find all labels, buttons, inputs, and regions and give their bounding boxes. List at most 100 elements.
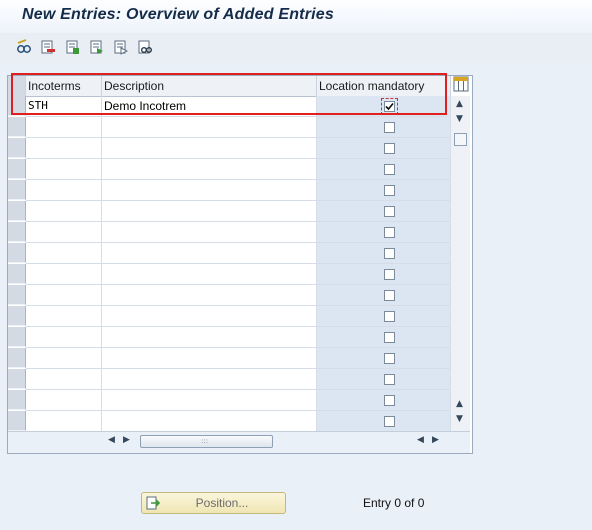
row-selector[interactable] — [8, 222, 26, 242]
location-mandatory-cell — [317, 159, 451, 180]
location-mandatory-cell — [317, 285, 451, 306]
select-block-icon[interactable] — [89, 39, 105, 55]
scroll-page-up-icon[interactable]: ▲ — [456, 399, 463, 409]
table-row — [8, 243, 451, 264]
location-mandatory-cell — [317, 369, 451, 390]
column-header-location-mandatory[interactable]: Location mandatory — [317, 76, 451, 96]
incoterms-cell[interactable] — [26, 369, 102, 390]
location-mandatory-checkbox[interactable] — [381, 98, 398, 115]
scroll-far-left-icon[interactable]: ◀ — [417, 435, 424, 445]
table-row — [8, 411, 451, 432]
horizontal-scrollbar[interactable]: ◀ ▶ ::: ◀ ▶ — [8, 431, 470, 453]
incoterms-cell[interactable] — [26, 117, 102, 138]
incoterms-cell[interactable] — [26, 138, 102, 159]
description-cell[interactable] — [102, 264, 317, 285]
row-selector[interactable] — [8, 306, 26, 326]
location-mandatory-cell — [317, 201, 451, 222]
row-selector[interactable] — [8, 159, 26, 179]
scroll-left-icon[interactable]: ◀ — [108, 435, 115, 445]
incoterms-cell[interactable] — [26, 390, 102, 411]
vertical-scroll-thumb[interactable] — [454, 133, 467, 146]
scroll-page-down-icon[interactable]: ▼ — [456, 414, 463, 424]
table-header: Incoterms Description Location mandatory — [8, 76, 451, 97]
vertical-scrollbar[interactable]: ▲ ▼ ▲ ▼ — [451, 76, 470, 431]
location-mandatory-checkbox[interactable] — [384, 164, 395, 175]
description-cell[interactable]: Demo Incotrem — [102, 96, 317, 117]
location-mandatory-checkbox[interactable] — [384, 395, 395, 406]
location-mandatory-checkbox[interactable] — [384, 122, 395, 133]
table-settings-icon[interactable] — [453, 76, 469, 92]
incoterms-cell[interactable] — [26, 180, 102, 201]
row-selector[interactable] — [8, 201, 26, 221]
description-cell[interactable] — [102, 138, 317, 159]
row-selector[interactable] — [8, 138, 26, 158]
incoterms-cell[interactable] — [26, 306, 102, 327]
description-cell[interactable] — [102, 243, 317, 264]
location-mandatory-checkbox[interactable] — [384, 143, 395, 154]
location-mandatory-cell — [317, 348, 451, 369]
description-cell[interactable] — [102, 306, 317, 327]
location-mandatory-checkbox[interactable] — [384, 311, 395, 322]
column-header-incoterms[interactable]: Incoterms — [26, 76, 102, 96]
description-cell[interactable] — [102, 180, 317, 201]
row-selector[interactable] — [8, 180, 26, 200]
select-all-icon[interactable] — [65, 39, 81, 55]
description-cell[interactable] — [102, 159, 317, 180]
row-selector[interactable] — [8, 411, 26, 431]
row-selector[interactable] — [8, 117, 26, 137]
description-cell[interactable] — [102, 117, 317, 138]
location-mandatory-checkbox[interactable] — [384, 269, 395, 280]
location-mandatory-checkbox[interactable] — [384, 353, 395, 364]
location-mandatory-checkbox[interactable] — [384, 248, 395, 259]
location-mandatory-checkbox[interactable] — [384, 416, 395, 427]
incoterms-cell[interactable] — [26, 222, 102, 243]
incoterms-cell[interactable] — [26, 264, 102, 285]
location-mandatory-checkbox[interactable] — [384, 206, 395, 217]
row-selector[interactable] — [8, 369, 26, 389]
description-cell[interactable] — [102, 201, 317, 222]
row-selector[interactable] — [8, 390, 26, 410]
incoterms-cell[interactable] — [26, 327, 102, 348]
table-row — [8, 306, 451, 327]
scroll-down-icon[interactable]: ▼ — [456, 114, 463, 124]
row-selector[interactable] — [8, 243, 26, 263]
row-selector[interactable] — [8, 327, 26, 347]
table-row — [8, 327, 451, 348]
scroll-right-icon[interactable]: ▶ — [123, 435, 130, 445]
scroll-far-right-icon[interactable]: ▶ — [432, 435, 439, 445]
select-all-rows-button[interactable] — [8, 76, 26, 96]
incoterms-cell[interactable] — [26, 159, 102, 180]
delete-icon[interactable] — [40, 39, 56, 55]
column-header-description[interactable]: Description — [102, 76, 317, 96]
location-mandatory-checkbox[interactable] — [384, 227, 395, 238]
description-cell[interactable] — [102, 348, 317, 369]
incoterms-cell[interactable] — [26, 411, 102, 432]
description-cell[interactable] — [102, 411, 317, 432]
display-change-icon[interactable] — [16, 39, 32, 55]
description-cell[interactable] — [102, 390, 317, 411]
position-button[interactable]: Position... — [141, 492, 286, 514]
location-mandatory-checkbox[interactable] — [384, 185, 395, 196]
description-cell[interactable] — [102, 285, 317, 306]
incoterms-cell[interactable] — [26, 201, 102, 222]
location-mandatory-checkbox[interactable] — [384, 290, 395, 301]
row-selector[interactable] — [8, 348, 26, 368]
row-selector[interactable] — [8, 285, 26, 305]
location-mandatory-checkbox[interactable] — [384, 374, 395, 385]
row-selector[interactable] — [8, 264, 26, 284]
location-mandatory-cell — [317, 117, 451, 138]
incoterms-cell[interactable] — [26, 285, 102, 306]
scroll-up-icon[interactable]: ▲ — [456, 99, 463, 109]
description-cell[interactable] — [102, 369, 317, 390]
horizontal-scroll-thumb[interactable]: ::: — [140, 435, 273, 448]
deselect-all-icon[interactable] — [113, 39, 129, 55]
incoterms-cell[interactable]: STH — [26, 96, 102, 117]
row-selector[interactable] — [8, 96, 26, 116]
incoterms-cell[interactable] — [26, 243, 102, 264]
find-icon[interactable] — [137, 39, 153, 55]
incoterms-cell[interactable] — [26, 348, 102, 369]
description-cell[interactable] — [102, 222, 317, 243]
entry-counter: Entry 0 of 0 — [363, 496, 425, 510]
location-mandatory-checkbox[interactable] — [384, 332, 395, 343]
description-cell[interactable] — [102, 327, 317, 348]
